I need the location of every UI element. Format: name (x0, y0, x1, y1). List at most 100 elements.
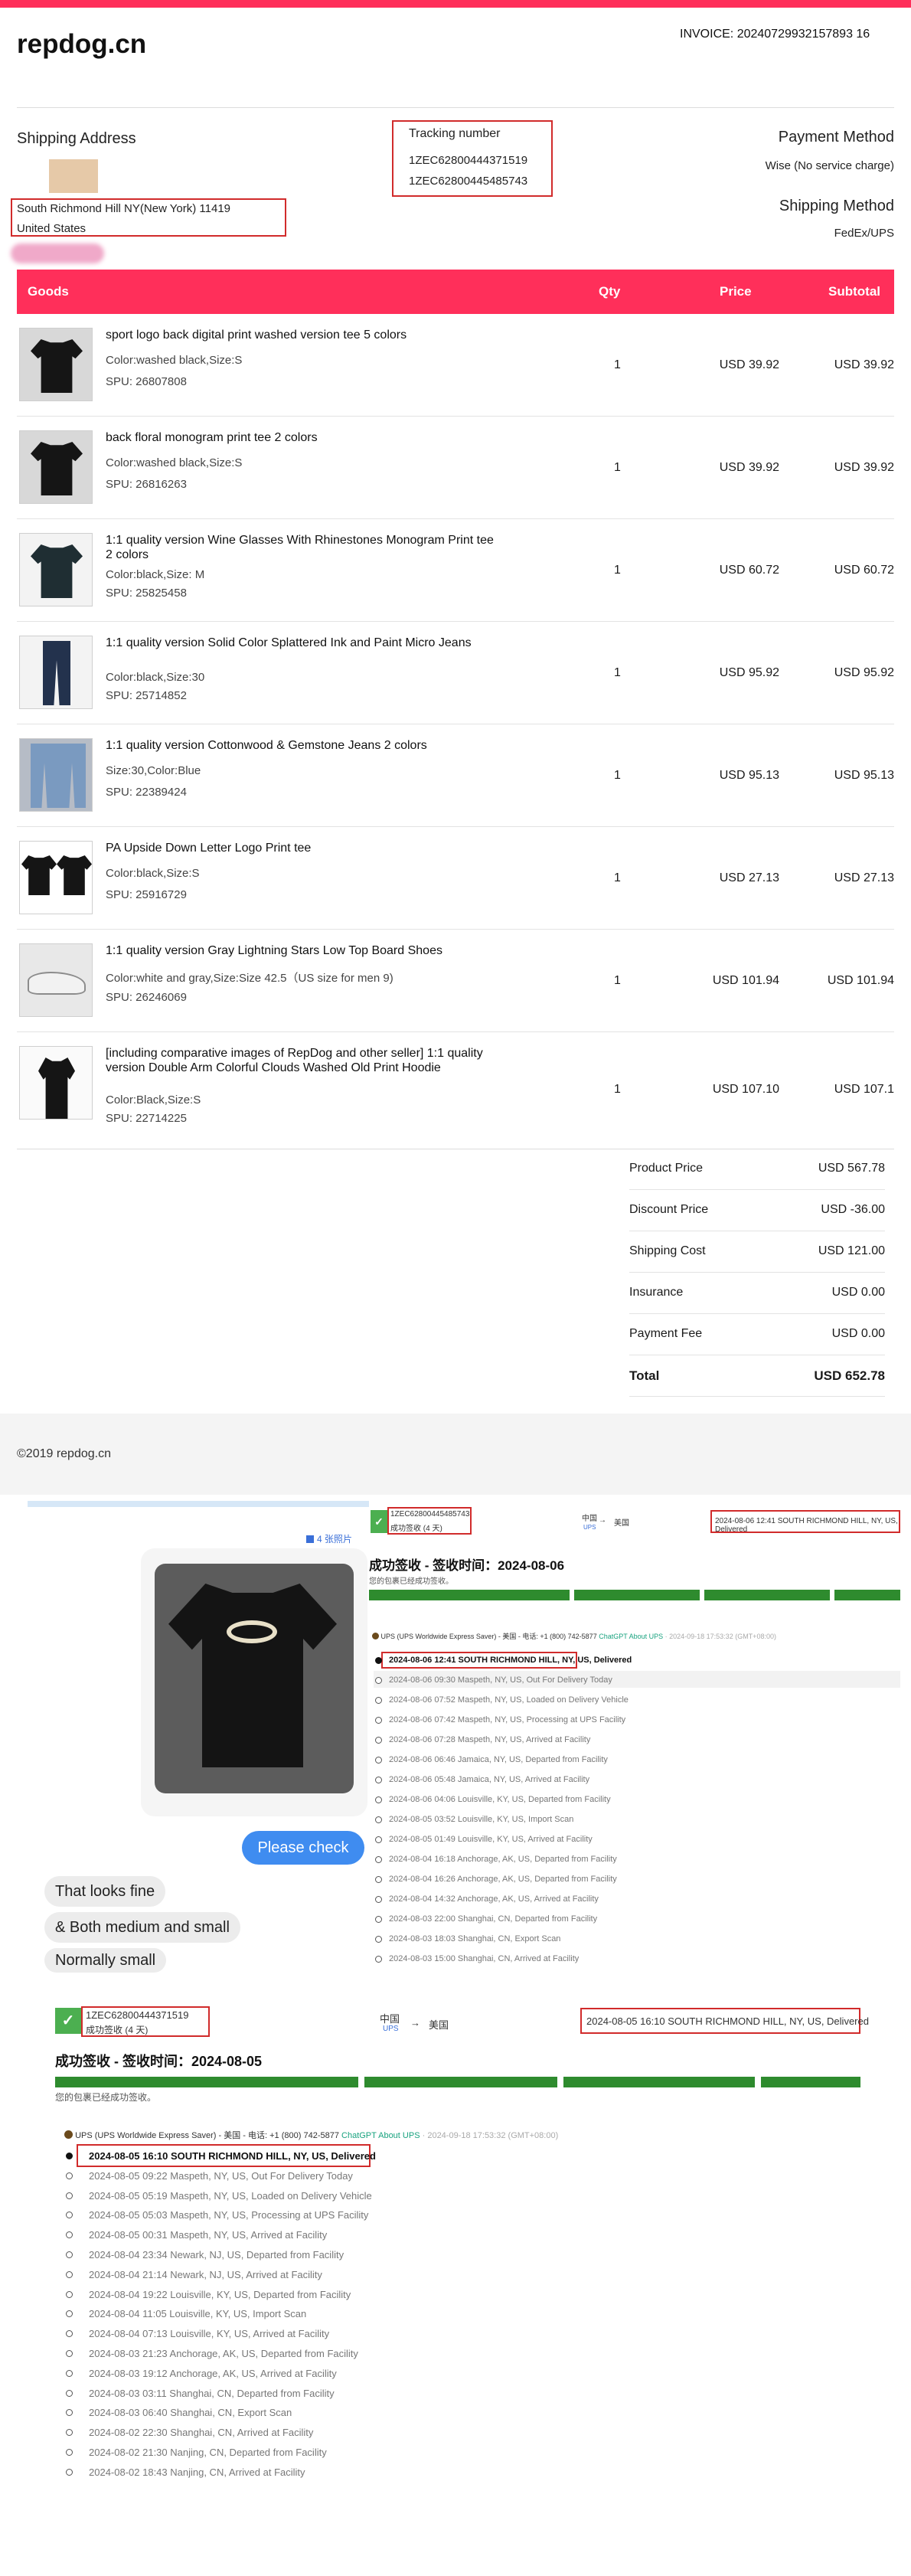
item-qty: 1 (614, 769, 621, 782)
timeline-dot-icon (375, 1856, 382, 1863)
redacted-image (49, 159, 98, 193)
chatgpt-link[interactable]: ChatGPT About UPS (599, 1633, 663, 1640)
tracking-event: 2024-08-04 16:18 Anchorage, AK, US, Depa… (389, 1855, 617, 1864)
timeline-dot-icon (375, 1876, 382, 1883)
timeline-dot-icon (375, 1737, 382, 1744)
footer (0, 1414, 911, 1495)
summary-label: Insurance (629, 1286, 684, 1299)
tracking1-number[interactable]: 1ZEC62800445485743 (390, 1510, 469, 1518)
item-spu: SPU: 26807808 (106, 375, 187, 388)
tracking-event: 2024-08-03 15:00 Shanghai, CN, Arrived a… (389, 1954, 580, 1963)
item-price: USD 95.92 (719, 666, 779, 679)
tracking-event: 2024-08-04 16:26 Anchorage, AK, US, Depa… (389, 1875, 617, 1884)
timeline-dot-icon (375, 1936, 382, 1943)
timeline-dot-icon (375, 1717, 382, 1724)
timeline-dot-icon (66, 2251, 73, 2258)
tracking-event: 2024-08-06 07:28 Maspeth, NY, US, Arrive… (389, 1735, 591, 1744)
timeline-dot-icon (375, 1796, 382, 1803)
timeline-dot-icon (375, 1896, 382, 1903)
summary-shipping: Shipping Cost USD 121.00 (629, 1231, 885, 1273)
timeline-dot-icon (66, 2172, 73, 2179)
invoice-label: INVOICE: (680, 28, 734, 41)
chat-photo[interactable] (141, 1548, 367, 1816)
chat-header-strip (28, 1501, 369, 1507)
summary-value: USD -36.00 (821, 1203, 885, 1216)
shoe-icon[interactable] (19, 943, 93, 1017)
tracking1-dest: 美国 (614, 1519, 629, 1528)
tracking-event: 2024-08-06 12:41 SOUTH RICHMOND HILL, NY… (389, 1656, 632, 1665)
summary-label: Total (629, 1368, 660, 1383)
tracking-event: 2024-08-04 23:34 Newark, NJ, US, Departe… (89, 2249, 344, 2261)
address-line1: South Richmond Hill NY(New York) 11419 (17, 202, 231, 215)
tracking-event: 2024-08-05 05:03 Maspeth, NY, US, Proces… (89, 2209, 369, 2221)
timeline-dot-icon (375, 1757, 382, 1764)
item-subtotal: USD 39.92 (834, 461, 894, 474)
site-logo[interactable]: repdog.cn (17, 29, 146, 60)
item-title[interactable]: 1:1 quality version Solid Color Splatter… (106, 636, 504, 650)
tee-icon[interactable] (19, 328, 93, 401)
chat-bubble-outgoing: Please check (242, 1831, 364, 1865)
jeans-icon[interactable] (19, 636, 93, 709)
tracking-event: 2024-08-02 22:30 Shanghai, CN, Arrived a… (89, 2427, 314, 2439)
timeline-dot-icon (66, 2310, 73, 2318)
timeline-dot-icon (66, 2409, 73, 2417)
timeline-dot-icon (66, 2389, 73, 2397)
tracking-event: 2024-08-04 21:14 Newark, NJ, US, Arrived… (89, 2268, 322, 2280)
chatgpt-link[interactable]: ChatGPT About UPS (341, 2131, 420, 2140)
carrier-line: UPS (UPS Worldwide Express Saver) - 美国 -… (75, 2131, 339, 2140)
col-goods: Goods (28, 284, 69, 299)
item-title[interactable]: sport logo back digital print washed ver… (106, 328, 504, 342)
summary-discount: Discount Price USD -36.00 (629, 1190, 885, 1231)
hoodie-icon[interactable] (19, 1046, 93, 1120)
order-item: [including comparative images of RepDog … (17, 1032, 894, 1144)
shipping-method-title: Shipping Method (779, 198, 894, 214)
divider (17, 107, 894, 108)
tracking-number-1[interactable]: 1ZEC62800444371519 (409, 154, 527, 167)
item-subtotal: USD 95.92 (834, 666, 894, 679)
tracking-number-2[interactable]: 1ZEC62800445485743 (409, 175, 527, 188)
arrow-right-icon: → (599, 1516, 606, 1525)
shipping-method-value: FedEx/UPS (834, 227, 894, 240)
item-title[interactable]: 1:1 quality version Cottonwood & Gemston… (106, 738, 504, 753)
tracking1-headline: 成功签收 - 签收时间：2024-08-06 (369, 1558, 565, 1573)
tracking2-status-days: 成功签收 (4 天) (86, 2025, 149, 2035)
tracking-event: 2024-08-06 07:52 Maspeth, NY, US, Loaded… (389, 1695, 629, 1705)
item-price: USD 60.72 (719, 564, 779, 577)
item-attributes: Color:washed black,Size:S (106, 354, 243, 367)
order-item: sport logo back digital print washed ver… (17, 314, 894, 417)
item-title[interactable]: back floral monogram print tee 2 colors (106, 430, 504, 445)
tracking-event: 2024-08-03 19:12 Anchorage, AK, US, Arri… (89, 2367, 337, 2379)
chat-bubble-incoming: & Both medium and small (44, 1912, 240, 1943)
item-attributes: Size:30,Color:Blue (106, 764, 201, 777)
item-attributes: Color:white and gray,Size:Size 42.5（US s… (106, 972, 393, 985)
ups-logo-icon (372, 1633, 379, 1639)
tee-icon[interactable] (19, 841, 93, 914)
tracking2-number[interactable]: 1ZEC62800444371519 (86, 2009, 188, 2021)
item-title[interactable]: 1:1 quality version Wine Glasses With Rh… (106, 533, 504, 562)
summary-value: USD 0.00 (831, 1286, 885, 1299)
item-spu: SPU: 22714225 (106, 1112, 187, 1125)
tracking-event: 2024-08-06 07:42 Maspeth, NY, US, Proces… (389, 1715, 626, 1724)
item-title[interactable]: 1:1 quality version Gray Lightning Stars… (106, 943, 504, 958)
item-title[interactable]: [including comparative images of RepDog … (106, 1046, 504, 1075)
item-subtotal: USD 27.13 (834, 871, 894, 884)
tee-icon[interactable] (19, 430, 93, 504)
tracking2-headline: 成功签收 - 签收时间：2024-08-05 (55, 2054, 263, 2069)
tracking2-latest: 2024-08-05 16:10 SOUTH RICHMOND HILL, NY… (586, 2015, 869, 2027)
timeline-dot-icon (66, 2231, 73, 2239)
item-title[interactable]: PA Upside Down Letter Logo Print tee (106, 841, 504, 855)
timeline-dot-icon (66, 2192, 73, 2199)
summary-value: USD 0.00 (831, 1327, 885, 1340)
item-attributes: Color:Black,Size:S (106, 1093, 201, 1107)
tracking1-origin: 中国 (582, 1515, 597, 1523)
summary-value: USD 652.78 (814, 1368, 885, 1383)
tee-icon[interactable] (19, 533, 93, 606)
item-subtotal: USD 60.72 (834, 564, 894, 577)
jeans-icon[interactable] (19, 738, 93, 812)
summary-total: Total USD 652.78 (629, 1355, 885, 1397)
order-item: 1:1 quality version Gray Lightning Stars… (17, 930, 894, 1032)
summary-insurance: Insurance USD 0.00 (629, 1273, 885, 1314)
item-qty: 1 (614, 564, 621, 577)
photo-count-link[interactable]: 4 张照片 (306, 1532, 352, 1545)
timeline-dot-icon (375, 1836, 382, 1843)
